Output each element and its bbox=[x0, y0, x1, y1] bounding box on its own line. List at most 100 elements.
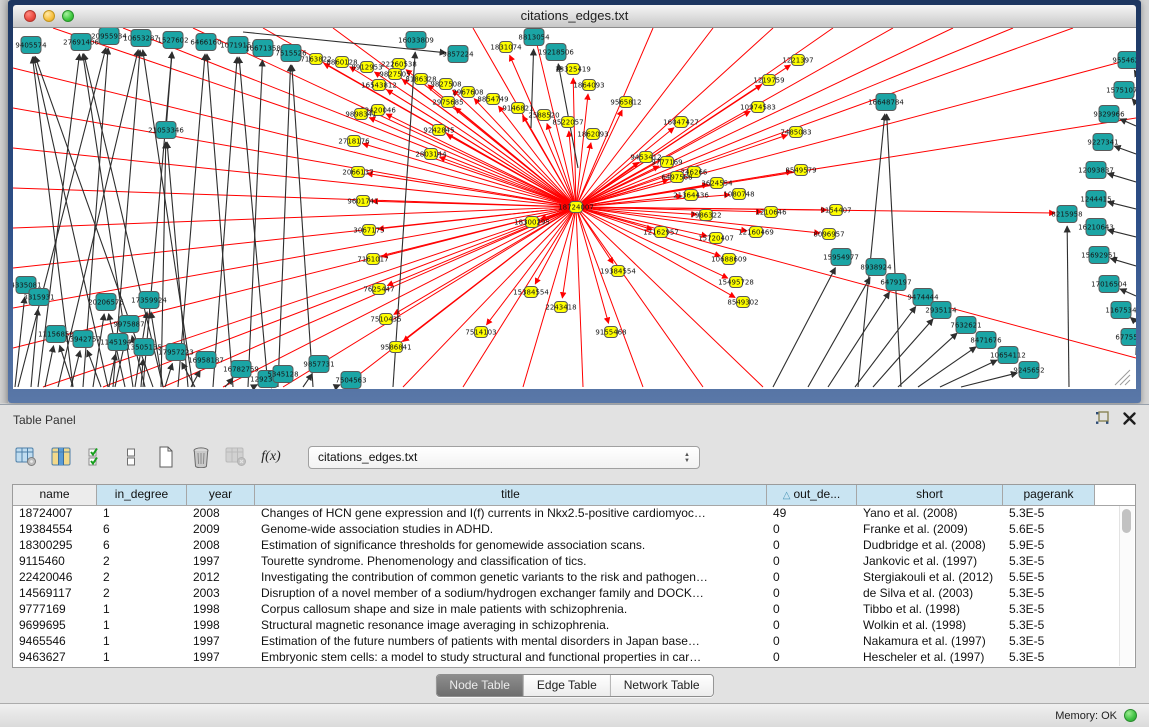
graph-node[interactable]: 7632621 bbox=[950, 317, 981, 334]
graph-node[interactable]: 10653287 bbox=[123, 30, 159, 47]
graph-node[interactable]: 16648784 bbox=[868, 94, 904, 111]
graph-node[interactable]: 8549302 bbox=[727, 297, 758, 308]
graph-node[interactable]: 9329966 bbox=[1093, 106, 1125, 123]
graph-node[interactable]: 7504563 bbox=[335, 372, 366, 389]
graph-node[interactable]: 1167534 bbox=[1105, 302, 1136, 319]
graph-node[interactable]: 9554624 bbox=[1112, 52, 1136, 69]
table-row[interactable]: 1456911722003Disruption of a novel membe… bbox=[13, 585, 1119, 601]
graph-node[interactable]: 1527602 bbox=[157, 32, 188, 49]
graph-node[interactable]: 1862093 bbox=[577, 129, 608, 140]
graph-node[interactable]: 19384554 bbox=[600, 266, 636, 277]
graph-node[interactable]: 9898341 bbox=[345, 109, 376, 120]
graph-node[interactable]: 1831074 bbox=[490, 42, 522, 53]
new-table-icon[interactable] bbox=[154, 445, 178, 469]
graph-node[interactable]: 7510435 bbox=[370, 314, 401, 325]
graph-node[interactable]: 16047427 bbox=[663, 117, 699, 128]
column-header-year[interactable]: year bbox=[187, 485, 255, 505]
graph-node[interactable]: 6775549 bbox=[1115, 329, 1136, 346]
graph-node[interactable]: 1864093 bbox=[573, 80, 604, 91]
graph-node[interactable]: 1244415 bbox=[1080, 191, 1111, 208]
table-row[interactable]: 911546021997Tourette syndrome. Phenomeno… bbox=[13, 553, 1119, 569]
graph-node[interactable]: 7625447 bbox=[363, 284, 394, 295]
delete-entries-trash-icon[interactable] bbox=[189, 445, 213, 469]
graph-node[interactable]: 21364436 bbox=[673, 190, 709, 201]
graph-node[interactable]: 6479197 bbox=[880, 274, 911, 291]
graph-node[interactable]: 6497568 bbox=[661, 172, 692, 183]
graph-node[interactable]: 13325419 bbox=[555, 64, 591, 75]
graph-node[interactable]: 2803144 bbox=[415, 149, 447, 160]
graph-node[interactable]: 1080748 bbox=[723, 189, 754, 200]
graph-node[interactable]: 10974583 bbox=[740, 102, 776, 113]
scrollbar-thumb[interactable] bbox=[1122, 509, 1131, 533]
graph-node[interactable]: 12093837 bbox=[1078, 162, 1114, 179]
column-chooser-icon[interactable] bbox=[49, 445, 73, 469]
function-builder-icon[interactable]: f(x) bbox=[259, 445, 283, 469]
table-row[interactable]: 1872400712008Changes of HCN gene express… bbox=[13, 505, 1119, 521]
graph-node[interactable]: 15384554 bbox=[513, 287, 549, 298]
graph-node[interactable]: 7161017 bbox=[357, 254, 388, 265]
graph-node[interactable]: 9405574 bbox=[15, 37, 47, 54]
graph-node[interactable]: 8522057 bbox=[552, 117, 583, 128]
graph-node[interactable]: 9154407 bbox=[820, 205, 851, 216]
graph-node[interactable]: 2243418 bbox=[545, 302, 576, 313]
graph-node[interactable]: 18300295 bbox=[514, 217, 550, 228]
citation-network-graph[interactable]: 9405574276914062095593410653287152760264… bbox=[13, 28, 1136, 389]
graph-node[interactable]: 7986322 bbox=[690, 210, 721, 221]
graph-node[interactable]: 3624554 bbox=[701, 178, 733, 189]
graph-node[interactable]: 8938924 bbox=[860, 259, 892, 276]
graph-node[interactable]: 15495728 bbox=[718, 277, 754, 288]
graph-node[interactable]: 12162957 bbox=[643, 227, 679, 238]
graph-node[interactable]: 8912953 bbox=[351, 62, 382, 73]
tab-network-table[interactable]: Network Table bbox=[611, 675, 713, 696]
network-view-window[interactable]: citations_edges.txt 94055742769140620955… bbox=[8, 0, 1141, 403]
graph-node[interactable]: 1221397 bbox=[782, 55, 813, 66]
column-header-name[interactable]: name bbox=[13, 485, 97, 505]
table-selector-dropdown[interactable]: citations_edges.txt ▲▼ bbox=[308, 446, 700, 469]
graph-node[interactable]: 22260538 bbox=[381, 59, 417, 70]
graph-node[interactable]: 8215958 bbox=[1051, 206, 1082, 223]
select-all-checks-icon[interactable] bbox=[84, 445, 108, 469]
graph-node[interactable]: 9857224 bbox=[442, 46, 474, 63]
float-window-icon[interactable] bbox=[1095, 411, 1110, 426]
table-row[interactable]: 1830029562008Estimation of significance … bbox=[13, 537, 1119, 553]
graph-node[interactable]: 2718176 bbox=[338, 136, 370, 147]
table-row[interactable]: 977716911998Corpus callosum shape and si… bbox=[13, 601, 1119, 617]
graph-node[interactable]: 16033809 bbox=[398, 32, 434, 49]
graph-node[interactable]: 9453412 bbox=[630, 152, 661, 163]
graph-node[interactable]: 2975685 bbox=[432, 97, 463, 108]
graph-node[interactable]: 1210646 bbox=[755, 207, 787, 218]
graph-node[interactable]: 7485083 bbox=[780, 127, 811, 138]
graph-node[interactable]: 8096957 bbox=[813, 229, 844, 240]
graph-node[interactable]: 1219759 bbox=[753, 75, 784, 86]
graph-node[interactable]: 18724007 bbox=[558, 202, 594, 213]
graph-node[interactable]: 15720407 bbox=[698, 233, 734, 244]
graph-node[interactable]: 8854749 bbox=[477, 94, 508, 105]
column-header-pagerank[interactable]: pagerank bbox=[1003, 485, 1095, 505]
table-settings-icon[interactable] bbox=[14, 445, 38, 469]
graph-node[interactable]: 10688609 bbox=[711, 254, 747, 265]
graph-node[interactable]: 3067175 bbox=[353, 225, 384, 236]
column-header-short[interactable]: short bbox=[857, 485, 1003, 505]
graph-node[interactable]: 9227341 bbox=[1087, 134, 1118, 151]
table-row[interactable]: 969969511998Structural magnetic resonanc… bbox=[13, 617, 1119, 633]
graph-node[interactable]: 2066137 bbox=[342, 167, 373, 178]
vertical-scrollbar[interactable] bbox=[1119, 506, 1134, 666]
window-titlebar[interactable]: citations_edges.txt bbox=[13, 5, 1136, 28]
close-panel-icon[interactable] bbox=[1122, 411, 1137, 426]
table-row[interactable]: 946554611997Estimation of the future num… bbox=[13, 633, 1119, 649]
graph-node[interactable]: 16543812 bbox=[361, 80, 397, 91]
table-row[interactable]: 946362711997Embryonic stem cells: a mode… bbox=[13, 649, 1119, 665]
graph-node[interactable]: 9155468 bbox=[595, 327, 626, 338]
graph-node[interactable]: 12160469 bbox=[738, 227, 774, 238]
graph-node[interactable]: 7514103 bbox=[465, 327, 496, 338]
graph-node[interactable]: 6466160 bbox=[190, 34, 221, 51]
checkbox-list-icon[interactable] bbox=[119, 445, 143, 469]
graph-node[interactable]: 8471676 bbox=[970, 332, 1002, 349]
graph-node[interactable]: 9242845 bbox=[423, 125, 454, 136]
graph-node[interactable]: 8813054 bbox=[518, 29, 550, 46]
table-row[interactable]: 1938455462009Genome-wide association stu… bbox=[13, 521, 1119, 537]
graph-node[interactable]: 8549579 bbox=[785, 165, 816, 176]
graph-node[interactable]: 15692951 bbox=[1081, 247, 1117, 264]
graph-node[interactable]: 15954977 bbox=[823, 249, 859, 266]
network-canvas[interactable]: 9405574276914062095593410653287152760264… bbox=[13, 28, 1136, 389]
